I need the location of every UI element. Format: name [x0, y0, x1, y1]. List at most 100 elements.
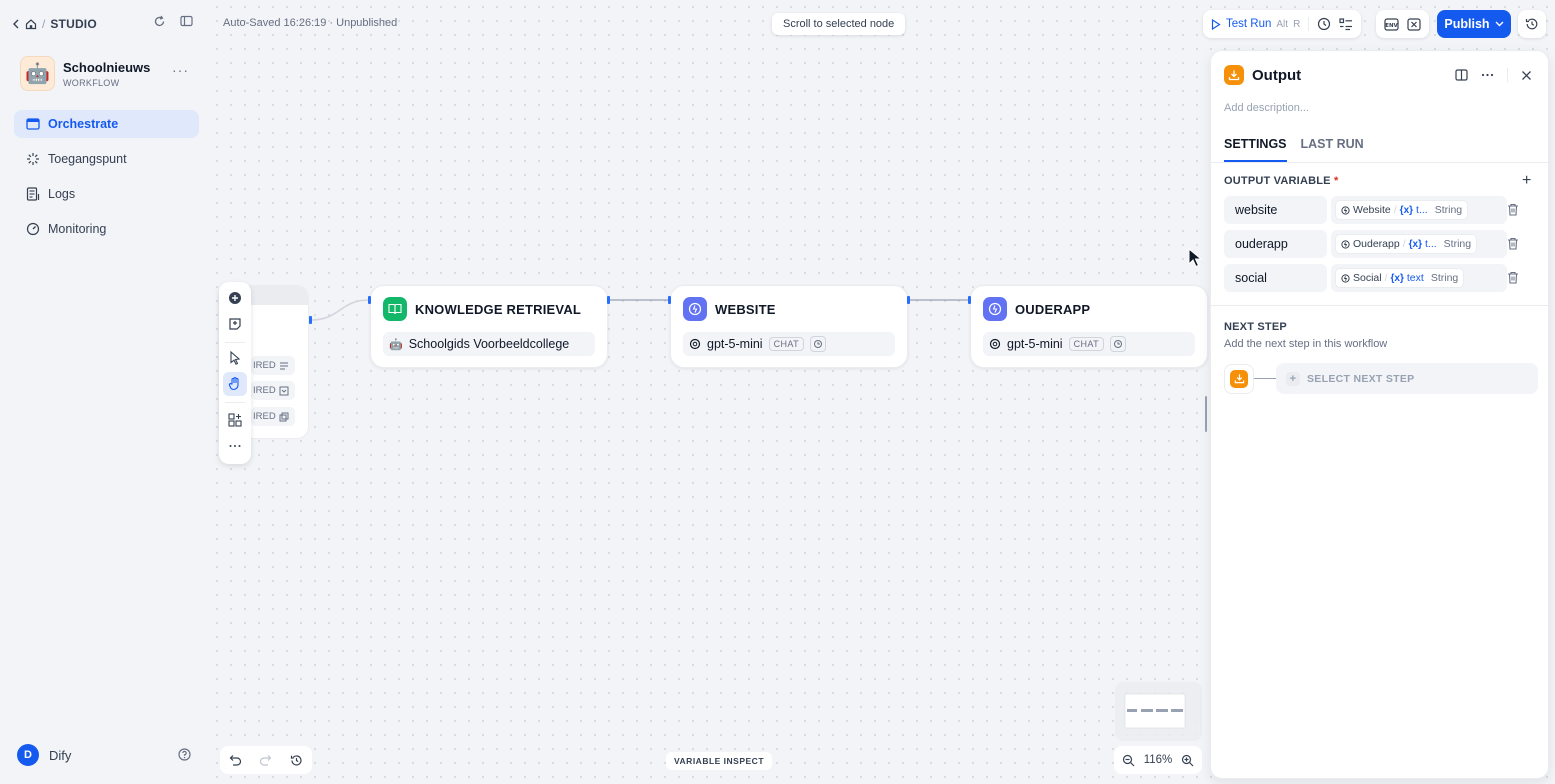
variable-reference-picker[interactable]: Social / {x} text String [1331, 264, 1507, 292]
add-variable-button[interactable]: + [1522, 173, 1531, 189]
zoom-level[interactable]: 116% [1144, 754, 1173, 766]
undo-redo-bar [220, 746, 312, 774]
llm-icon [1341, 239, 1350, 249]
required-label: IRED [253, 385, 276, 396]
node-output-handle[interactable] [907, 296, 910, 304]
output-variable-row: ouderapp Ouderapp / {x} t... String [1224, 230, 1507, 258]
model-selector[interactable]: gpt-5-mini CHAT [683, 332, 895, 356]
add-note-icon[interactable] [227, 316, 243, 332]
close-icon[interactable] [1521, 70, 1532, 81]
output-node-panel: Output Add description... SETTINGS LAST … [1210, 50, 1549, 779]
redo-icon[interactable] [259, 754, 272, 766]
variable-reference-picker[interactable]: Website / {x} t... String [1331, 196, 1507, 224]
zoom-control: 116% [1114, 746, 1202, 774]
variable-reference-picker[interactable]: Ouderapp / {x} t... String [1331, 230, 1507, 258]
model-mode-tag: CHAT [768, 337, 805, 351]
output-variable-row: website Website / {x} t... String [1224, 196, 1507, 224]
required-label: IRED [253, 411, 276, 422]
ref-separator: / [1393, 204, 1397, 216]
select-next-step-button[interactable]: + SELECT NEXT STEP [1276, 363, 1538, 394]
ref-type: String [1443, 238, 1472, 250]
ref-type: String [1434, 204, 1463, 216]
more-icon[interactable] [1481, 73, 1494, 77]
current-node-badge [1224, 363, 1254, 394]
model-settings-icon[interactable] [1110, 336, 1127, 352]
variable-icon: {x} [1399, 204, 1414, 216]
delete-variable-icon[interactable] [1507, 237, 1521, 251]
delete-variable-icon[interactable] [1507, 271, 1521, 285]
history-icon[interactable] [290, 754, 303, 767]
start-node-handle[interactable] [309, 316, 312, 324]
mouse-cursor-icon [1188, 248, 1202, 268]
model-selector[interactable]: gpt-5-mini CHAT [983, 332, 1195, 356]
zoom-in-icon[interactable] [1181, 754, 1194, 767]
hand-icon[interactable] [227, 376, 243, 392]
variable-reference-chip: Ouderapp / {x} t... String [1335, 234, 1478, 254]
tab-settings[interactable]: SETTINGS [1224, 137, 1287, 162]
variable-inspect-button[interactable]: VARIABLE INSPECT [666, 752, 773, 770]
section-divider [1211, 305, 1548, 306]
openai-icon [989, 338, 1001, 350]
output-icon [1230, 369, 1248, 388]
connector-line [1254, 378, 1276, 379]
undo-icon[interactable] [229, 754, 242, 766]
pointer-icon[interactable] [227, 350, 243, 366]
start-input-required: IRED [251, 407, 295, 426]
minimap[interactable] [1115, 682, 1202, 741]
node-input-handle[interactable] [968, 296, 971, 304]
paragraph-icon [279, 362, 289, 370]
palette-divider [225, 342, 245, 343]
llm-icon [1341, 273, 1350, 283]
description-input[interactable]: Add description... [1224, 102, 1309, 114]
dataset-name: Schoolgids Voorbeeldcollege [408, 337, 570, 351]
ref-variable: t... [1424, 238, 1437, 250]
model-mode-tag: CHAT [1068, 337, 1105, 351]
zoom-out-icon[interactable] [1122, 754, 1135, 767]
output-variable-title: OUTPUT VARIABLE * [1224, 175, 1338, 187]
output-icon [1224, 65, 1244, 85]
organize-blocks-icon[interactable] [227, 412, 243, 428]
canvas-scrollbar[interactable] [1205, 396, 1207, 432]
variable-name-input[interactable]: ouderapp [1224, 230, 1327, 258]
more-icon[interactable] [227, 438, 243, 454]
next-step-title: NEXT STEP [1224, 321, 1287, 333]
next-step-row: + SELECT NEXT STEP [1224, 363, 1538, 394]
website-node[interactable]: WEBSITE gpt-5-mini CHAT [670, 285, 908, 368]
openai-icon [689, 338, 701, 350]
add-node-icon[interactable] [227, 290, 243, 306]
ouderapp-node[interactable]: OUDERAPP gpt-5-mini CHAT [970, 285, 1208, 368]
delete-variable-icon[interactable] [1507, 203, 1521, 217]
panel-title[interactable]: Output [1252, 67, 1301, 84]
palette-divider [225, 402, 245, 403]
variable-name-input[interactable]: social [1224, 264, 1327, 292]
node-input-handle[interactable] [368, 296, 371, 304]
select-next-step-label: SELECT NEXT STEP [1307, 372, 1415, 385]
node-title: OUDERAPP [1015, 301, 1091, 317]
ref-node: Website [1353, 204, 1391, 216]
ref-variable: t... [1416, 204, 1428, 216]
ref-variable: text [1406, 272, 1424, 284]
next-step-description: Add the next step in this workflow [1224, 338, 1388, 350]
ref-node: Ouderapp [1353, 238, 1400, 250]
node-input-handle[interactable] [668, 296, 671, 304]
robot-icon: 🤖 [389, 338, 403, 351]
tab-last-run[interactable]: LAST RUN [1301, 137, 1364, 162]
panel-tabs: SETTINGS LAST RUN [1224, 137, 1364, 162]
node-title: KNOWLEDGE RETRIEVAL [415, 301, 582, 317]
variable-reference-chip: Social / {x} text String [1335, 268, 1465, 288]
ref-separator: / [1402, 238, 1406, 250]
variable-name-input[interactable]: website [1224, 196, 1327, 224]
variable-icon: {x} [1390, 272, 1404, 284]
model-name: gpt-5-mini [707, 337, 763, 351]
select-icon [279, 386, 289, 396]
panel-divider [1507, 68, 1508, 82]
ref-node: Social [1353, 272, 1382, 284]
node-output-handle[interactable] [607, 296, 610, 304]
llm-icon [983, 297, 1007, 321]
variable-icon: {x} [1408, 238, 1422, 250]
output-variable-row: social Social / {x} text String [1224, 264, 1507, 292]
minimap-preview [1124, 693, 1186, 729]
split-view-icon[interactable] [1455, 69, 1468, 81]
model-settings-icon[interactable] [810, 336, 827, 352]
knowledge-retrieval-node[interactable]: KNOWLEDGE RETRIEVAL 🤖 Schoolgids Voorbee… [370, 285, 608, 368]
